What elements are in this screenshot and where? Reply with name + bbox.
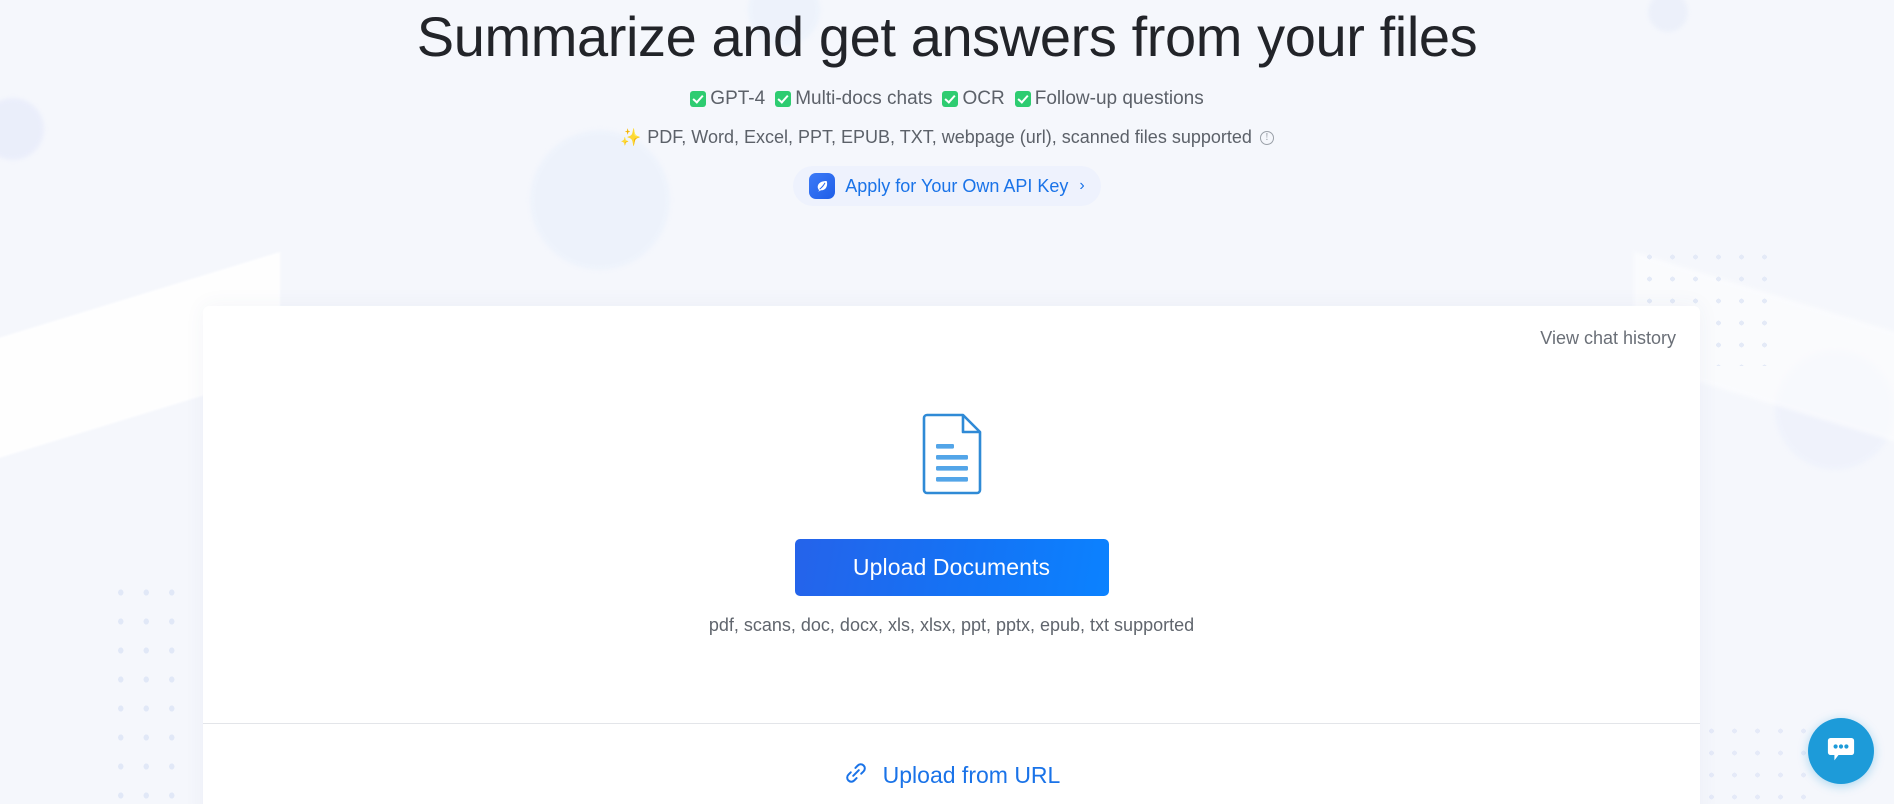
upload-documents-button[interactable]: Upload Documents	[794, 538, 1109, 596]
upload-card: View chat history Upload Documents pdf, …	[203, 306, 1700, 804]
check-icon	[1014, 91, 1031, 107]
apply-api-key-label: Apply for Your Own API Key	[845, 175, 1069, 196]
upload-from-url-label: Upload from URL	[882, 761, 1061, 788]
chat-bubble-icon	[1824, 732, 1858, 771]
feature-label: Multi-docs chats	[795, 88, 933, 109]
feature-label: Follow-up questions	[1034, 88, 1204, 109]
feature-badge-multi-docs-chats: Multi-docs chats	[775, 88, 932, 110]
apply-api-key-button[interactable]: Apply for Your Own API Key ›	[793, 166, 1101, 206]
decorative-dot-grid-bottom-right	[1700, 720, 1820, 804]
sparkle-icon: ✨	[620, 128, 642, 147]
api-leaf-icon	[809, 173, 836, 199]
feature-label: OCR	[962, 88, 1005, 109]
supported-extensions-text: pdf, scans, doc, docx, xls, xlsx, ppt, p…	[708, 614, 1195, 635]
decorative-blob	[1775, 350, 1894, 470]
page-title: Summarize and get answers from your file…	[416, 5, 1478, 68]
feature-badge-list: GPT-4 Multi-docs chats OCR Follow-up que…	[0, 88, 1894, 110]
check-icon	[942, 91, 959, 107]
hero-section: Summarize and get answers from your file…	[0, 0, 1894, 206]
file-drop-zone[interactable]: Upload Documents pdf, scans, doc, docx, …	[203, 306, 1700, 723]
feature-label: GPT-4	[710, 88, 766, 109]
link-icon	[843, 760, 869, 791]
supported-formats-line: ✨ PDF, Word, Excel, PPT, EPUB, TXT, webp…	[0, 127, 1894, 148]
supported-formats-text: PDF, Word, Excel, PPT, EPUB, TXT, webpag…	[647, 127, 1252, 147]
feature-badge-ocr: OCR	[942, 88, 1005, 110]
upload-from-url-row[interactable]: Upload from URL	[203, 724, 1700, 804]
chevron-right-icon: ›	[1079, 177, 1085, 194]
feature-badge-gpt4: GPT-4	[690, 88, 765, 110]
decorative-dot-grid-left	[108, 578, 188, 804]
chat-widget-button[interactable]	[1808, 718, 1874, 784]
check-icon	[775, 91, 792, 107]
feature-badge-follow-up-questions: Follow-up questions	[1014, 88, 1204, 110]
info-icon[interactable]: !	[1259, 130, 1274, 145]
check-icon	[690, 91, 707, 107]
document-icon	[921, 412, 983, 501]
